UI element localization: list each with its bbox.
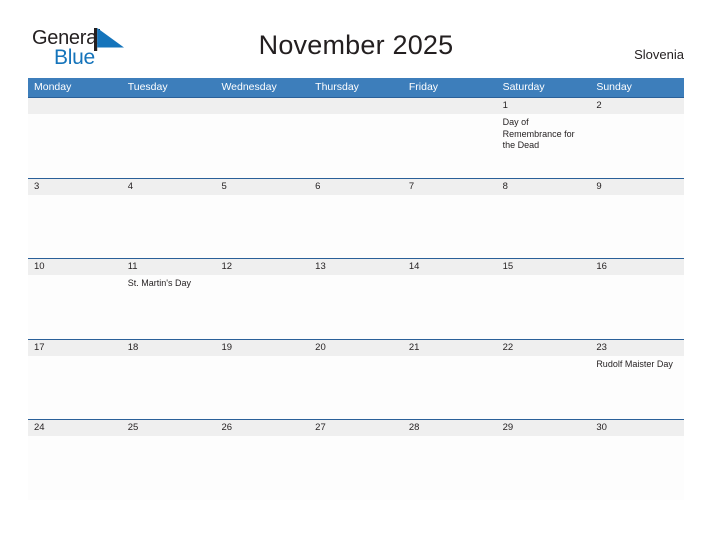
day-event — [215, 436, 309, 500]
day-number[interactable]: 11 — [122, 259, 216, 275]
day-number[interactable]: 24 — [28, 420, 122, 436]
day-event — [122, 195, 216, 259]
day-event — [403, 275, 497, 339]
day-event — [215, 114, 309, 178]
day-number[interactable]: 28 — [403, 420, 497, 436]
day-event — [497, 356, 591, 420]
day-event: Day of Remembrance for the Dead — [502, 117, 575, 150]
day-event — [215, 195, 309, 259]
day-number[interactable]: 20 — [309, 340, 403, 356]
day-event — [309, 195, 403, 259]
day-number[interactable]: 8 — [497, 179, 591, 195]
day-number-strip: 17 18 19 20 21 22 23 — [28, 339, 684, 356]
day-event-strip: Day of Remembrance for the Dead — [28, 114, 684, 178]
day-event — [28, 356, 122, 420]
weekday-monday: Monday — [34, 81, 72, 93]
day-event — [28, 436, 122, 500]
day-number[interactable]: 19 — [215, 340, 309, 356]
day-event — [497, 275, 591, 339]
day-event — [309, 114, 403, 178]
day-number[interactable] — [403, 98, 497, 114]
week-row: 17 18 19 20 21 22 23 Rudolf Maister Day — [28, 338, 684, 420]
day-number-strip: 3 4 5 6 7 8 9 — [28, 178, 684, 195]
day-number[interactable]: 27 — [309, 420, 403, 436]
day-number[interactable]: 12 — [215, 259, 309, 275]
day-event-strip: St. Martin's Day — [28, 275, 684, 339]
day-number[interactable] — [28, 98, 122, 114]
day-event-strip: Rudolf Maister Day — [28, 356, 684, 420]
day-event — [309, 436, 403, 500]
day-number[interactable]: 16 — [590, 259, 684, 275]
day-number[interactable]: 6 — [309, 179, 403, 195]
calendar-page: General Blue November 2025 Slovenia Mond… — [0, 0, 712, 550]
day-event — [309, 275, 403, 339]
day-number[interactable]: 14 — [403, 259, 497, 275]
day-number-strip: 24 25 26 27 28 29 30 — [28, 420, 684, 436]
day-event — [403, 436, 497, 500]
day-number[interactable]: 18 — [122, 340, 216, 356]
day-number[interactable]: 15 — [497, 259, 591, 275]
day-number[interactable]: 1 — [497, 98, 591, 114]
day-number[interactable] — [309, 98, 403, 114]
day-number[interactable]: 9 — [590, 179, 684, 195]
day-event — [590, 195, 684, 259]
day-number[interactable]: 25 — [122, 420, 216, 436]
day-number[interactable]: 10 — [28, 259, 122, 275]
day-event: St. Martin's Day — [127, 278, 191, 288]
day-event — [497, 436, 591, 500]
day-event — [28, 195, 122, 259]
day-number[interactable] — [215, 98, 309, 114]
day-event-strip — [28, 436, 684, 500]
week-row: 24 25 26 27 28 29 30 — [28, 419, 684, 500]
day-event — [590, 436, 684, 500]
calendar-grid: Monday Tuesday Wednesday Thursday Friday… — [28, 78, 684, 500]
day-event — [403, 195, 497, 259]
weekday-thursday: Thursday — [315, 81, 359, 93]
weekday-tuesday: Tuesday — [127, 81, 168, 93]
weekday-saturday: Saturday — [502, 81, 545, 93]
weekday-friday: Friday — [408, 81, 439, 93]
day-number[interactable]: 22 — [497, 340, 591, 356]
day-number[interactable]: 21 — [403, 340, 497, 356]
day-event — [215, 356, 309, 420]
day-number[interactable]: 17 — [28, 340, 122, 356]
day-number[interactable]: 7 — [403, 179, 497, 195]
day-event — [309, 356, 403, 420]
day-event — [590, 275, 684, 339]
day-number[interactable]: 3 — [28, 179, 122, 195]
page-title: November 2025 — [258, 30, 454, 60]
weekday-wednesday: Wednesday — [221, 81, 277, 93]
day-number[interactable]: 13 — [309, 259, 403, 275]
day-event — [28, 275, 122, 339]
weekday-sunday: Sunday — [596, 81, 632, 93]
day-event — [122, 356, 216, 420]
day-number[interactable]: 29 — [497, 420, 591, 436]
day-number-strip: 10 11 12 13 14 15 16 — [28, 259, 684, 275]
day-number[interactable] — [122, 98, 216, 114]
week-row: 10 11 12 13 14 15 16 St. Martin's Day — [28, 258, 684, 339]
day-number[interactable]: 5 — [215, 179, 309, 195]
day-event — [403, 356, 497, 420]
day-event — [28, 114, 122, 178]
day-number[interactable]: 26 — [215, 420, 309, 436]
day-event — [590, 114, 684, 178]
day-event — [215, 275, 309, 339]
week-row: 3 4 5 6 7 8 9 — [28, 177, 684, 259]
day-number[interactable]: 23 — [590, 340, 684, 356]
day-number[interactable]: 30 — [590, 420, 684, 436]
day-number[interactable]: 4 — [122, 179, 216, 195]
day-event: Rudolf Maister Day — [596, 358, 673, 369]
day-number-strip: 1 2 — [28, 98, 684, 114]
day-event — [122, 114, 216, 178]
page-header: General Blue November 2025 Slovenia — [0, 0, 712, 76]
day-event — [497, 195, 591, 259]
day-number[interactable]: 2 — [590, 98, 684, 114]
week-row: 1 2 Day of Remembrance for the Dead — [28, 97, 684, 178]
weekday-header-row: Monday Tuesday Wednesday Thursday Friday… — [28, 78, 684, 97]
day-event-strip — [28, 195, 684, 259]
day-event — [403, 114, 497, 178]
day-event — [122, 436, 216, 500]
region-label: Slovenia — [634, 47, 684, 62]
